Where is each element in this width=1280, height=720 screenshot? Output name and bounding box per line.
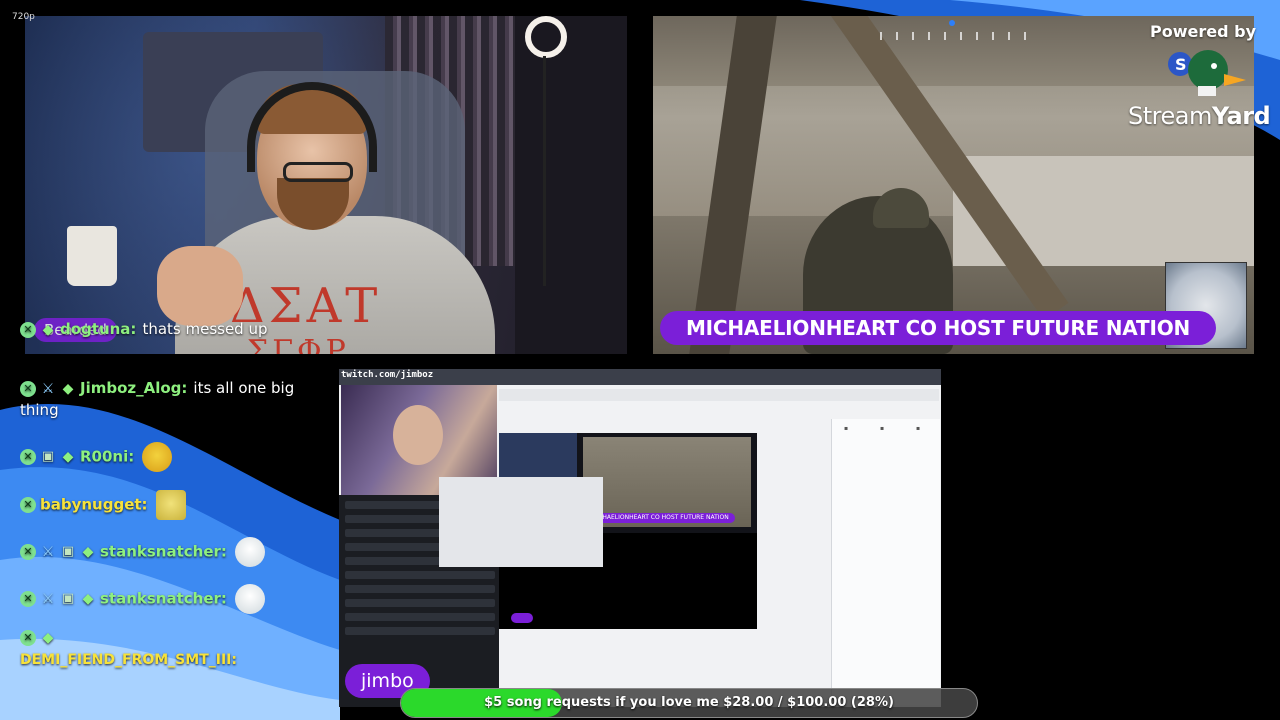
gem-badge-icon: ◆ (82, 591, 94, 607)
chat-message: ✕ ▣ ◆ R00ni: (20, 442, 320, 472)
streamyard-wordmark: StreamYard (1128, 102, 1271, 130)
chat-message: ✕ ⚔ ▣ ◆ stanksnatcher: (20, 537, 320, 567)
goal-text: $5 song requests if you love me $28.00 /… (484, 695, 894, 710)
x-badge-icon: ✕ (20, 321, 36, 338)
powered-by-label: Powered by (1150, 22, 1256, 41)
chat-username: dogtuna: (60, 320, 137, 338)
gem-badge-icon: ◆ (42, 321, 54, 338)
screen-share-panel: twitch.com/jimboz MICHAELIONHEART CO HOS… (339, 369, 941, 707)
donation-goal-bar: $5 song requests if you love me $28.00 /… (400, 688, 978, 718)
streamer-hand (157, 246, 243, 326)
light-stand (543, 56, 546, 286)
browser-address-bar (499, 389, 939, 401)
quality-badge: 720p (12, 12, 35, 22)
sword-badge-icon: ⚔ (41, 544, 55, 560)
skull-emote-icon (234, 537, 265, 567)
browser-side-panel: ▪ ▪ ▪ (831, 419, 940, 705)
brand-light: Stream (1128, 102, 1212, 130)
nested-title-banner: MICHAELIONHEART CO HOST FUTURE NATION (585, 513, 735, 523)
gift-badge-icon: ▣ (61, 544, 75, 559)
chat-message: ✕ ◆ DEMI_FIEND_FROM_SMT_III: (20, 626, 320, 671)
x-badge-icon: ✕ (20, 449, 36, 465)
nested-name-tag (511, 613, 533, 623)
chat-username: stanksnatcher: (100, 542, 227, 561)
side-tab-2: ▪ (880, 425, 885, 432)
doge-emote-icon (155, 490, 186, 520)
nested-browser-preview (439, 477, 603, 567)
x-badge-icon: ✕ (20, 629, 36, 646)
skull-emote-icon (234, 584, 265, 614)
x-badge-icon: ✕ (20, 591, 36, 607)
stream-title-banner: MICHAELIONHEART CO HOST FUTURE NATION (660, 311, 1216, 345)
chat-username: DEMI_FIEND_FROM_SMT_III: (20, 652, 237, 668)
nested-streamer-face (393, 405, 443, 465)
gem-badge-icon: ◆ (42, 629, 54, 646)
gift-badge-icon: ▣ (41, 449, 55, 464)
gem-badge-icon: ◆ (82, 544, 94, 560)
chat-username: babynugget: (40, 495, 148, 514)
gem-badge-icon: ◆ (62, 449, 74, 465)
chat-message: ✕ babynugget: (20, 490, 320, 520)
doorway (515, 16, 627, 354)
gem-badge-icon: ◆ (62, 380, 74, 397)
side-tab-1: ▪ (844, 425, 849, 432)
beer-stein (67, 226, 117, 286)
game-compass (833, 26, 1073, 46)
ring-light (525, 16, 567, 58)
x-badge-icon: ✕ (20, 380, 36, 397)
svg-text:S: S (1175, 55, 1187, 74)
chat-username: Jimboz_Alog: (80, 379, 188, 397)
chat-username: stanksnatcher: (100, 589, 227, 608)
chat-username: R00ni: (80, 447, 135, 466)
chat-text: thats messed up (142, 320, 268, 338)
sword-badge-icon: ⚔ (41, 591, 55, 607)
chat-message: ✕ ⚔ ◆ Jimboz_Alog: its all one big thing (20, 377, 320, 421)
webcam-panel: ΔΣΑΤ ΣΓΦΡ (25, 16, 627, 354)
side-tab-3: ▪ (916, 425, 921, 432)
chat-message: ✕ ◆ dogtuna: thats messed up (20, 318, 320, 340)
sword-badge-icon: ⚔ (41, 380, 55, 397)
share-url-overlay: twitch.com/jimboz (341, 370, 434, 380)
x-badge-icon: ✕ (20, 497, 36, 513)
compass-marker-icon (949, 20, 955, 26)
chat-message: ✕ ⚔ ▣ ◆ stanksnatcher: (20, 584, 320, 614)
x-badge-icon: ✕ (20, 544, 36, 560)
brand-bold: Yard (1211, 102, 1271, 130)
player-helmet (873, 188, 929, 228)
gift-badge-icon: ▣ (61, 591, 75, 606)
bean-emote-icon (142, 442, 173, 472)
